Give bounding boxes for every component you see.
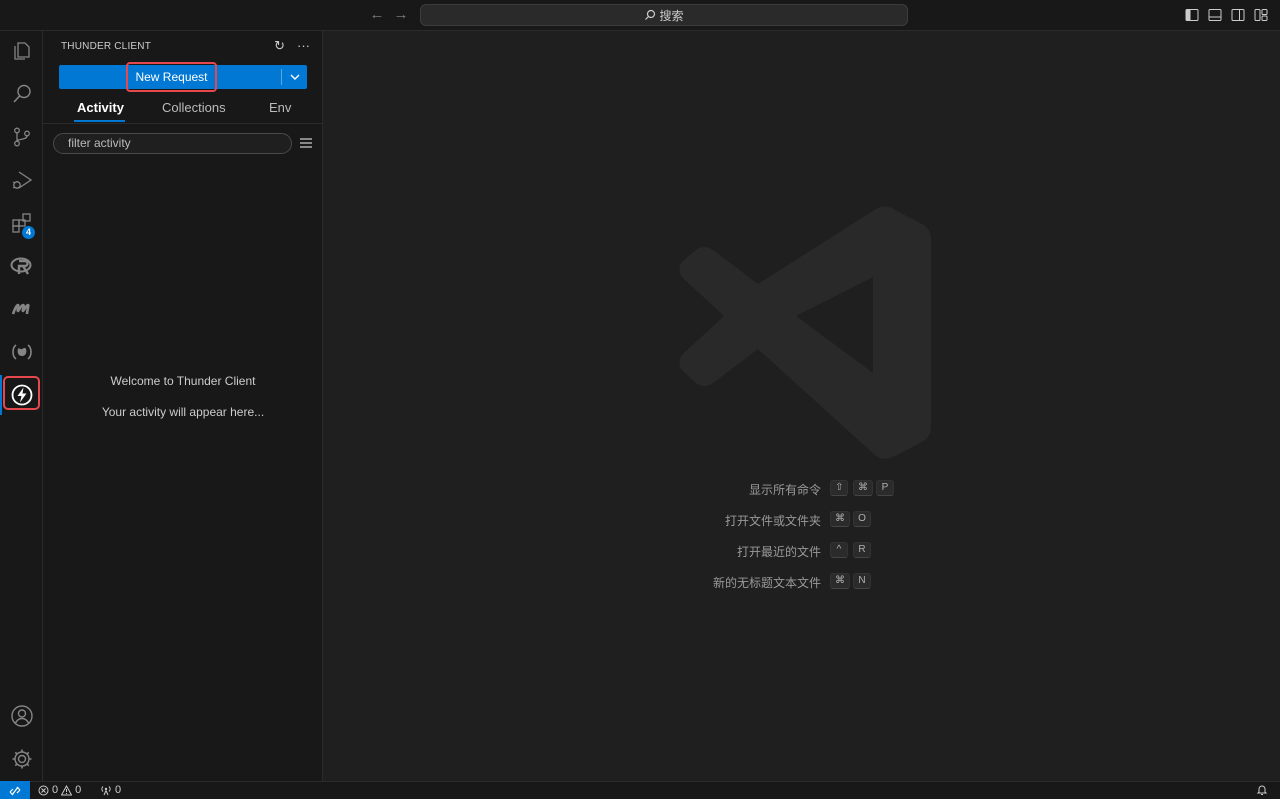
shortcut-open-recent[interactable]: 打开最近的文件 (671, 543, 821, 559)
shortcut-key: O (853, 511, 871, 527)
run-debug-icon[interactable] (0, 160, 43, 200)
shortcut-new-untitled-file[interactable]: 新的无标题文本文件 (671, 574, 821, 590)
welcome-title: Welcome to Thunder Client (110, 374, 256, 388)
title-bar: ← → 搜索 (0, 0, 1280, 31)
warning-count: 0 (75, 784, 82, 796)
shortcut-key: ^ (830, 542, 848, 558)
toggle-secondary-sidebar-icon[interactable] (1231, 8, 1245, 22)
ports-count: 0 (115, 784, 122, 796)
shortcut-key: ⌘ (830, 511, 850, 527)
activity-bar: 4 (0, 31, 43, 781)
toggle-primary-sidebar-icon[interactable] (1185, 8, 1199, 22)
arrow-left-icon[interactable]: ← (368, 6, 386, 24)
shortcut-open-file-or-folder[interactable]: 打开文件或文件夹 (671, 512, 821, 528)
modelica-icon[interactable] (0, 289, 43, 329)
notifications-bell-icon[interactable] (1256, 784, 1268, 796)
more-actions-icon[interactable]: ··· (297, 38, 310, 54)
extensions-badge: 4 (22, 226, 35, 239)
source-control-icon[interactable] (0, 117, 43, 157)
remote-icon (9, 786, 21, 795)
warning-icon (61, 784, 73, 795)
ports-indicator[interactable]: 0 (100, 784, 121, 796)
sidebar-title: THUNDER CLIENT (61, 41, 152, 52)
welcome-text: Your activity will appear here... (101, 405, 265, 419)
active-tab-indicator (74, 120, 125, 122)
filter-menu-icon[interactable] (299, 136, 313, 150)
new-request-label: New Request (126, 62, 217, 92)
shortcut-label: 新的无标题文本文件 (712, 576, 821, 590)
remote-explorer-icon[interactable] (0, 332, 43, 372)
shortcut-key: ⇧ (830, 480, 849, 496)
thunder-client-highlight (3, 376, 40, 410)
sidebar-tabs: Activity Collections Env (43, 97, 323, 123)
vscode-logo-watermark (679, 206, 931, 459)
shortcut-label: 显示所有命令 (748, 483, 821, 497)
shortcut-label: 打开最近的文件 (736, 545, 821, 559)
tab-activity[interactable]: Activity (77, 100, 124, 115)
customize-layout-icon[interactable] (1254, 8, 1268, 22)
shortcut-key: N (853, 573, 871, 589)
r-language-icon[interactable] (0, 246, 43, 286)
error-icon (38, 785, 49, 795)
toggle-panel-icon[interactable] (1208, 8, 1222, 22)
shortcut-key: P (876, 480, 894, 496)
search-icon[interactable] (0, 74, 43, 114)
shortcut-label: 打开文件或文件夹 (724, 514, 821, 528)
broadcast-icon (101, 785, 111, 795)
remote-indicator[interactable] (0, 781, 30, 799)
new-request-dropdown[interactable] (282, 65, 307, 89)
extensions-icon[interactable]: 4 (0, 203, 43, 243)
shortcut-key: ⌘ (830, 573, 850, 589)
tab-env[interactable]: Env (269, 100, 291, 115)
explorer-icon[interactable] (0, 31, 43, 71)
problems-indicator[interactable]: 0 0 (38, 784, 81, 796)
manage-gear-icon[interactable] (0, 739, 43, 779)
command-center-search[interactable]: 搜索 (420, 4, 908, 26)
shortcut-show-all-commands[interactable]: 显示所有命令 (721, 481, 821, 497)
thunder-client-sidebar: THUNDER CLIENT ↻ ··· New Request Activit… (43, 31, 323, 781)
search-icon (645, 9, 656, 20)
accounts-icon[interactable] (0, 696, 43, 736)
tab-collections[interactable]: Collections (162, 100, 226, 115)
error-count: 0 (52, 784, 59, 796)
search-label: 搜索 (659, 8, 684, 23)
shortcut-key: ⌘ (853, 480, 873, 496)
new-request-button[interactable]: New Request (59, 62, 307, 92)
refresh-icon[interactable]: ↻ (274, 38, 285, 54)
arrow-right-icon[interactable]: → (392, 6, 410, 24)
shortcut-key: R (853, 542, 871, 558)
chevron-down-icon (290, 74, 299, 80)
editor-area: 显示所有命令 ⇧ ⌘ P 打开文件或文件夹 ⌘ O 打开最近的文件 ^ R 新的… (323, 31, 1280, 781)
filter-activity-input[interactable]: filter activity (53, 133, 292, 154)
status-bar: 0 0 0 (0, 781, 1280, 799)
